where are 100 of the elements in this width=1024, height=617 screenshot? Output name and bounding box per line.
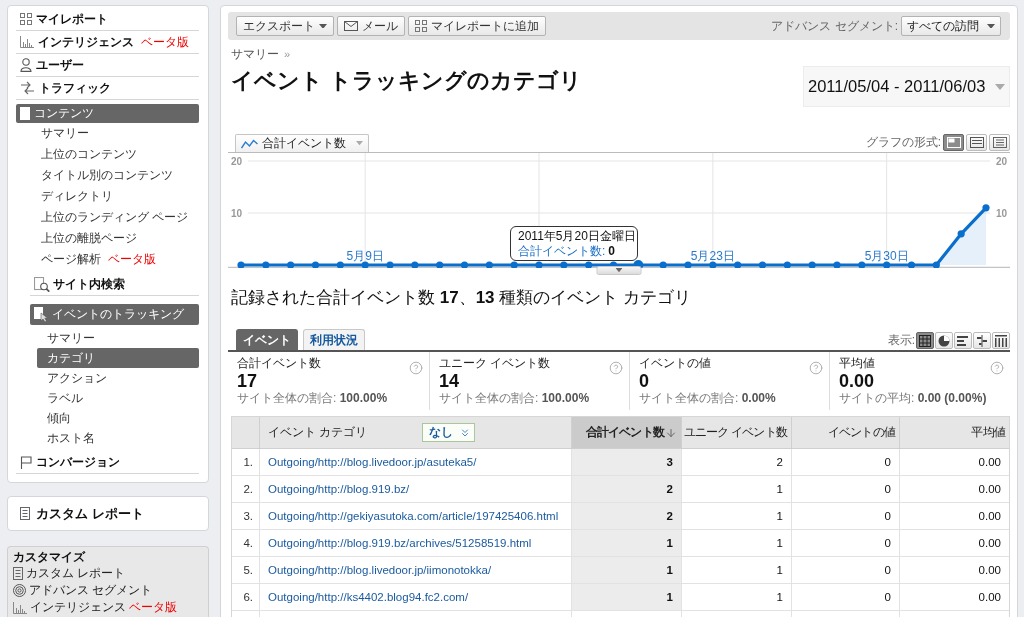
sidebar-link[interactable]: サマリー — [37, 328, 99, 348]
bar-chart-icon — [957, 334, 969, 347]
custom-report-link[interactable]: カスタム レポート — [20, 504, 144, 523]
data-point[interactable] — [411, 261, 419, 268]
sidebar-link[interactable]: ラベル — [37, 388, 87, 408]
data-point[interactable] — [783, 261, 791, 268]
view-button[interactable] — [916, 332, 934, 349]
data-point[interactable] — [659, 261, 667, 268]
sidebar-link[interactable]: 傾向 — [37, 408, 75, 428]
window-icon — [946, 137, 961, 148]
category-link[interactable]: Outgoing/http://gekiyasutoka.com/article/197425406.html — [268, 510, 559, 522]
data-point[interactable] — [336, 261, 344, 268]
segment-dropdown[interactable]: すべての訪問 — [901, 16, 1001, 36]
y-axis-label: 10 — [995, 207, 1007, 219]
data-point[interactable] — [262, 261, 270, 268]
tab[interactable]: イベント — [236, 329, 298, 350]
sidebar-link[interactable]: 上位の離脱ページ — [30, 228, 141, 249]
data-point[interactable] — [684, 261, 692, 268]
double-chevron-icon — [459, 426, 471, 439]
data-point[interactable] — [758, 261, 767, 268]
data-point[interactable] — [237, 261, 245, 268]
table-cell-text: 0.00 — [977, 509, 1002, 524]
data-point[interactable] — [460, 261, 469, 268]
data-point[interactable] — [386, 261, 394, 268]
category-link[interactable]: Outgoing/http://blog.919.bz/archives/51258519.html — [268, 537, 532, 549]
data-point[interactable] — [287, 261, 295, 268]
add-report-button[interactable]: マイレポートに追加 — [408, 16, 546, 36]
data-point[interactable] — [734, 261, 742, 268]
data-point[interactable] — [957, 230, 965, 238]
view-button[interactable] — [935, 332, 953, 349]
caret-icon — [615, 268, 623, 273]
category-link[interactable]: Outgoing/http://blog.livedoor.jp/asuteka5/ — [268, 456, 477, 468]
sidebar-heading[interactable]: コンテンツ — [16, 104, 199, 123]
data-point[interactable] — [858, 261, 866, 268]
table-cell-text: 0.00 — [977, 455, 1002, 470]
data-point[interactable] — [833, 261, 841, 268]
category-link[interactable]: Outgoing/http://ks4402.blog94.fc2.com/ — [268, 591, 469, 603]
sidebar-heading[interactable]: マイレポート — [16, 8, 112, 30]
date-range-picker[interactable]: 2011/05/04 - 2011/06/03 — [803, 66, 1010, 107]
data-point[interactable] — [709, 261, 717, 268]
view-button[interactable] — [992, 332, 1010, 349]
data-point[interactable] — [585, 261, 593, 268]
customize-link[interactable]: カスタム レポート — [13, 565, 126, 582]
data-point[interactable] — [361, 261, 369, 268]
metric-dropdown[interactable]: 合計イベント数 — [235, 134, 369, 152]
caret-icon — [995, 83, 1005, 90]
sidebar-link[interactable]: サマリー — [30, 123, 93, 144]
view-button[interactable] — [954, 332, 972, 349]
sidebar-section[interactable]: イベントのトラッキング — [30, 304, 199, 325]
breadcrumb-separator: » — [284, 48, 291, 60]
data-point[interactable] — [436, 261, 444, 268]
data-point[interactable] — [560, 261, 568, 268]
column-header[interactable]: 合計イベント数 — [572, 417, 682, 448]
export-button[interactable]: エクスポート — [236, 16, 334, 36]
data-point[interactable] — [982, 204, 990, 212]
data-point[interactable] — [535, 261, 543, 268]
email-button[interactable]: メール — [337, 16, 405, 36]
column-header[interactable]: ユニーク イベント数 — [682, 417, 792, 448]
y-axis-label: 10 — [231, 207, 243, 219]
data-point[interactable] — [883, 261, 891, 268]
table-cell: 0 — [792, 503, 900, 529]
sidebar-link[interactable]: ページ解析 — [30, 249, 105, 270]
sidebar-link[interactable]: アクション — [37, 368, 111, 388]
category-link[interactable]: Outgoing/http://blog.livedoor.jp/iimonotokka/ — [268, 564, 492, 576]
data-point[interactable] — [510, 261, 518, 268]
graph-format-button[interactable] — [943, 134, 964, 151]
collapse-handle[interactable] — [596, 266, 642, 275]
sidebar-link[interactable]: 上位のコンテンツ — [30, 144, 141, 165]
category-link[interactable]: Outgoing/http://blog.919.bz/ — [268, 483, 410, 495]
customize-link[interactable]: アドバンス セグメント — [13, 582, 153, 599]
data-point[interactable] — [932, 261, 940, 268]
view-button[interactable] — [973, 332, 991, 349]
column-header[interactable]: 平均値 — [900, 417, 1009, 448]
column-header[interactable]: イベント カテゴリ — [268, 424, 368, 441]
sidebar-link[interactable]: タイトル別のコンテンツ — [30, 165, 177, 186]
data-point[interactable] — [485, 261, 493, 268]
sidebar-heading[interactable]: トラフィック — [16, 77, 115, 99]
sidebar-heading[interactable]: インテリジェンス — [16, 31, 138, 53]
column-header[interactable]: イベントの値 — [792, 417, 900, 448]
caret-icon — [356, 141, 363, 146]
filter-dropdown[interactable]: なし — [422, 423, 475, 442]
data-point[interactable] — [808, 261, 816, 268]
data-point[interactable] — [311, 261, 320, 268]
sidebar-link[interactable]: ディレクトリ — [30, 186, 117, 207]
data-point[interactable] — [907, 261, 916, 268]
sidebar-link[interactable]: 上位のランディング ページ — [30, 207, 193, 228]
sidebar-heading[interactable]: ユーザー — [16, 54, 88, 76]
document-icon — [20, 507, 30, 520]
grid-icon — [415, 20, 427, 32]
customize-link[interactable]: インテリジェンス — [13, 599, 126, 616]
sidebar-link[interactable]: ホスト名 — [37, 428, 99, 448]
breadcrumb-link[interactable]: サマリー — [231, 45, 279, 63]
sidebar-heading[interactable]: コンバージョン — [16, 451, 124, 473]
tab[interactable]: 利用状況 — [303, 329, 365, 350]
graph-format-button[interactable] — [989, 134, 1010, 151]
metric-label: イベントの値 — [639, 356, 712, 371]
tooltip-metric-label: 合計イベント数: — [518, 244, 606, 259]
sidebar-section[interactable]: サイト内検索 — [30, 274, 129, 295]
graph-format-button[interactable] — [966, 134, 987, 151]
sidebar-link[interactable]: カテゴリ — [37, 348, 199, 368]
